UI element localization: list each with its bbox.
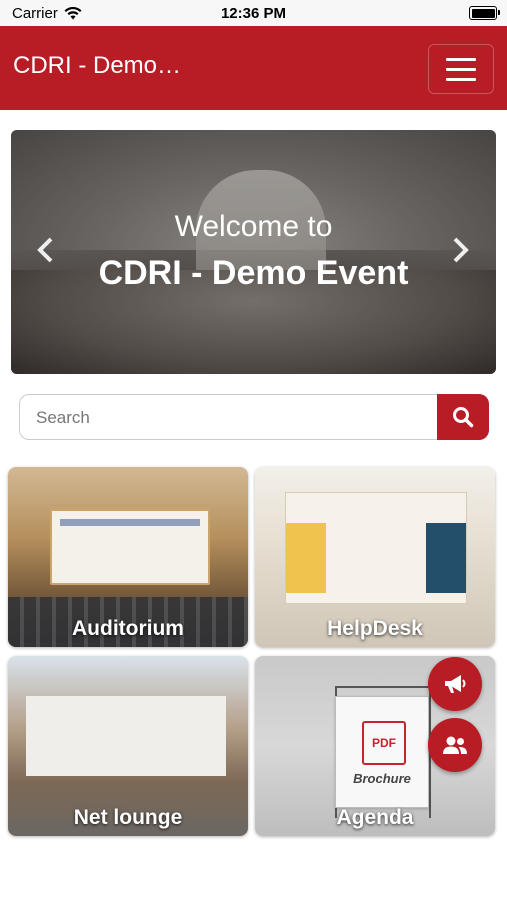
pdf-icon: PDF <box>362 721 406 765</box>
tile-label: Auditorium <box>72 617 184 640</box>
net-lounge-tile[interactable]: Net lounge <box>8 656 248 836</box>
helpdesk-banner-left <box>286 523 326 593</box>
hamburger-menu-button[interactable] <box>428 44 494 94</box>
app-title: CDRI - Demo… <box>13 52 182 79</box>
battery-icon <box>469 6 500 20</box>
auditorium-tile[interactable]: Auditorium <box>8 467 248 647</box>
menu-bar <box>446 57 476 61</box>
helpdesk-booth-image <box>285 492 467 604</box>
carousel-event-name: CDRI - Demo Event <box>98 254 409 292</box>
tile-label: Agenda <box>336 806 414 829</box>
search-input[interactable] <box>34 405 428 431</box>
tile-label: HelpDesk <box>327 617 423 640</box>
helpdesk-tile[interactable]: HelpDesk <box>255 467 495 647</box>
menu-bar <box>446 77 476 81</box>
auditorium-screen-image <box>50 509 210 585</box>
tile-label: Net lounge <box>73 806 183 829</box>
users-icon <box>443 736 467 754</box>
net-lounge-image <box>26 696 226 776</box>
brochure-text: Brochure <box>353 771 411 786</box>
carousel-next-icon[interactable] <box>451 236 471 271</box>
search-bar <box>19 394 489 440</box>
carousel-prev-icon[interactable] <box>35 236 55 271</box>
announcement-button[interactable] <box>428 657 482 711</box>
menu-bar <box>446 67 476 71</box>
attendees-button[interactable] <box>428 718 482 772</box>
auditorium-screen-bar <box>60 519 200 526</box>
search-icon <box>453 407 474 428</box>
carrier-label: Carrier <box>12 4 58 22</box>
top-navbar: CDRI - Demo… <box>0 26 507 110</box>
wifi-icon <box>64 6 82 19</box>
brochure-banner-image: PDF Brochure <box>335 696 429 808</box>
status-bar: Carrier 12:36 PM <box>0 0 507 26</box>
search-button[interactable] <box>437 394 489 440</box>
carousel-welcome-text: Welcome to <box>174 210 333 243</box>
search-box <box>19 394 438 440</box>
carousel-overlay <box>11 130 496 374</box>
welcome-carousel[interactable]: Welcome to CDRI - Demo Event <box>11 130 496 374</box>
megaphone-icon <box>445 675 466 693</box>
helpdesk-banner-right <box>426 523 466 593</box>
